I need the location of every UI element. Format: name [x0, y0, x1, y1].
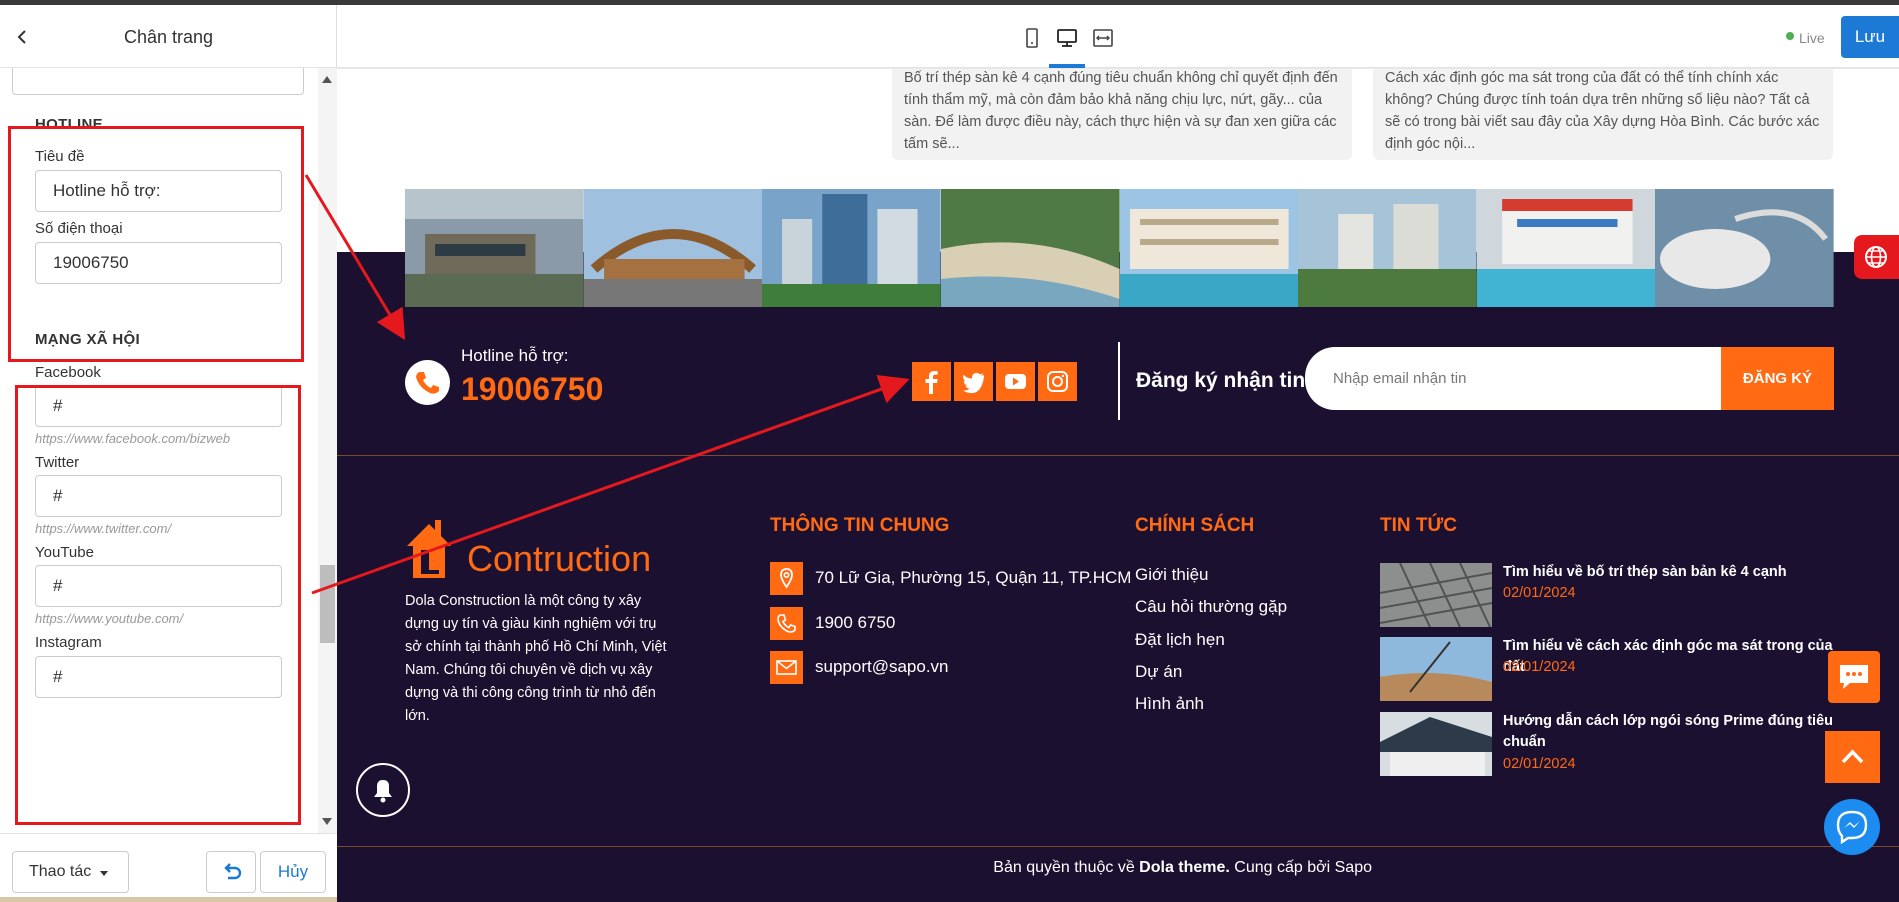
- gallery-image[interactable]: [940, 189, 1120, 307]
- divider: [337, 455, 1899, 456]
- divider: [1118, 342, 1120, 420]
- gallery-image[interactable]: [583, 189, 763, 307]
- undo-icon: [224, 863, 242, 880]
- newsletter-title: Đăng ký nhận tin: [1136, 369, 1306, 392]
- news-item-date: 02/01/2024: [1503, 585, 1576, 601]
- gallery-image[interactable]: [1119, 189, 1299, 307]
- preview-topbar: Live Lưu: [337, 5, 1899, 68]
- gallery-image[interactable]: [1655, 189, 1834, 307]
- editor-panel: Chân trang HOTLINE Tiêu đề Hotline hỗ tr…: [0, 5, 337, 902]
- cancel-button[interactable]: Hủy: [260, 851, 326, 893]
- divider: [337, 846, 1899, 847]
- panel-title: Chân trang: [123, 27, 214, 47]
- live-status-dot-icon: [1786, 32, 1794, 40]
- contact-address: 70 Lữ Gia, Phường 15, Quận 11, TP.HCM: [815, 568, 1132, 587]
- hotline-label: Hotline hỗ trợ:: [461, 346, 569, 365]
- news-item-title[interactable]: Tìm hiểu về bố trí thép sàn bản kê 4 cạn…: [1503, 562, 1839, 583]
- copyright-brand[interactable]: Dola theme.: [1139, 859, 1230, 876]
- contact-email[interactable]: support@sapo.vn: [815, 657, 949, 677]
- bottom-strip: [0, 897, 337, 902]
- gallery-image[interactable]: [405, 189, 584, 307]
- scroll-thumb[interactable]: [320, 565, 335, 643]
- logo-house-icon: [407, 520, 451, 578]
- globe-icon: [1865, 246, 1887, 268]
- newsletter-subscribe-button[interactable]: ĐĂNG KÝ: [1721, 347, 1834, 410]
- brand-logo[interactable]: Contruction: [405, 512, 651, 584]
- scroll-down-arrow-icon[interactable]: [322, 818, 332, 825]
- active-device-indicator: [1049, 64, 1085, 68]
- messenger-button[interactable]: [1824, 799, 1880, 855]
- news-item-title[interactable]: Hướng dẫn cách lớp ngói sóng Prime đúng …: [1503, 711, 1839, 753]
- image-gallery: [405, 189, 1834, 307]
- settings-scroll-area[interactable]: HOTLINE Tiêu đề Hotline hỗ trợ: Số điện …: [0, 68, 337, 833]
- notification-bell-button[interactable]: [356, 763, 410, 817]
- back-to-top-button[interactable]: [1825, 731, 1880, 783]
- panel-scrollbar[interactable]: [318, 68, 337, 833]
- phone-icon: [770, 607, 803, 640]
- actions-label: Thao tác: [29, 863, 92, 880]
- panel-header: Chân trang: [0, 5, 337, 68]
- policy-link[interactable]: Đặt lịch hẹn: [1135, 630, 1225, 650]
- news-thumbnail[interactable]: [1380, 563, 1492, 627]
- gallery-image[interactable]: [762, 189, 941, 307]
- scroll-up-arrow-icon[interactable]: [322, 76, 332, 83]
- info-column-title: THÔNG TIN CHUNG: [770, 515, 950, 536]
- gallery-image[interactable]: [1476, 189, 1656, 307]
- copyright-text: Bản quyền thuộc về Dola theme. Cung cấp …: [337, 859, 1372, 877]
- gallery-image[interactable]: [1298, 189, 1477, 307]
- site-preview[interactable]: Bố trí thép sàn kê 4 cạnh đúng tiêu chuẩ…: [337, 69, 1899, 902]
- annotation-box-hotline: [8, 126, 304, 362]
- news-column-title: TIN TỨC: [1380, 515, 1457, 536]
- bell-icon: [374, 780, 392, 803]
- save-button[interactable]: Lưu: [1841, 16, 1899, 58]
- policy-link[interactable]: Câu hỏi thường gặp: [1135, 597, 1287, 617]
- mail-icon: [770, 651, 803, 684]
- mobile-icon[interactable]: [1021, 27, 1043, 49]
- instagram-icon[interactable]: [1038, 362, 1077, 401]
- newsletter-email-input[interactable]: Nhập email nhận tin: [1305, 347, 1729, 410]
- undo-button[interactable]: [206, 851, 256, 893]
- contact-phone[interactable]: 1900 6750: [815, 613, 895, 633]
- news-item-date: 02/01/2024: [1503, 756, 1576, 772]
- panel-footer: Thao tác Hủy: [0, 833, 337, 897]
- previous-field-input[interactable]: [12, 68, 304, 95]
- facebook-icon[interactable]: [912, 362, 951, 401]
- chevron-up-icon: [1841, 749, 1864, 764]
- news-thumbnail[interactable]: [1380, 712, 1492, 776]
- policy-column-title: CHÍNH SÁCH: [1135, 515, 1255, 536]
- policy-link[interactable]: Hình ảnh: [1135, 694, 1204, 714]
- chat-bubble-icon: [1840, 665, 1868, 689]
- policy-link[interactable]: Giới thiệu: [1135, 565, 1209, 585]
- live-status-label: Live: [1799, 30, 1825, 46]
- actions-dropdown[interactable]: Thao tác: [12, 851, 129, 893]
- company-description: Dola Construction là một công ty xây dựn…: [405, 593, 667, 724]
- news-item-date: 02/01/2024: [1503, 659, 1576, 675]
- blog-card-excerpt[interactable]: Bố trí thép sàn kê 4 cạnh đúng tiêu chuẩ…: [892, 69, 1352, 160]
- caret-down-icon: [100, 871, 108, 876]
- phone-icon: [405, 360, 450, 405]
- language-button[interactable]: [1854, 235, 1899, 279]
- youtube-icon[interactable]: [996, 362, 1035, 401]
- copyright-suffix: Cung cấp bởi Sapo: [1229, 859, 1372, 876]
- hotline-number[interactable]: 19006750: [461, 371, 603, 408]
- desktop-icon[interactable]: [1056, 27, 1078, 49]
- contact-float-button[interactable]: [1828, 651, 1880, 703]
- facebook-label: Facebook: [35, 364, 101, 381]
- annotation-box-social: [15, 385, 301, 825]
- blog-card-excerpt[interactable]: Cách xác định góc ma sát trong của đất c…: [1373, 69, 1833, 160]
- twitter-icon[interactable]: [954, 362, 993, 401]
- copyright-prefix: Bản quyền thuộc về: [993, 859, 1140, 876]
- fullwidth-icon[interactable]: [1092, 27, 1114, 49]
- map-pin-icon: [770, 562, 803, 595]
- messenger-icon: [1836, 810, 1868, 845]
- logo-text: Contruction: [467, 538, 652, 579]
- policy-link[interactable]: Dự án: [1135, 662, 1182, 682]
- news-thumbnail[interactable]: [1380, 637, 1492, 701]
